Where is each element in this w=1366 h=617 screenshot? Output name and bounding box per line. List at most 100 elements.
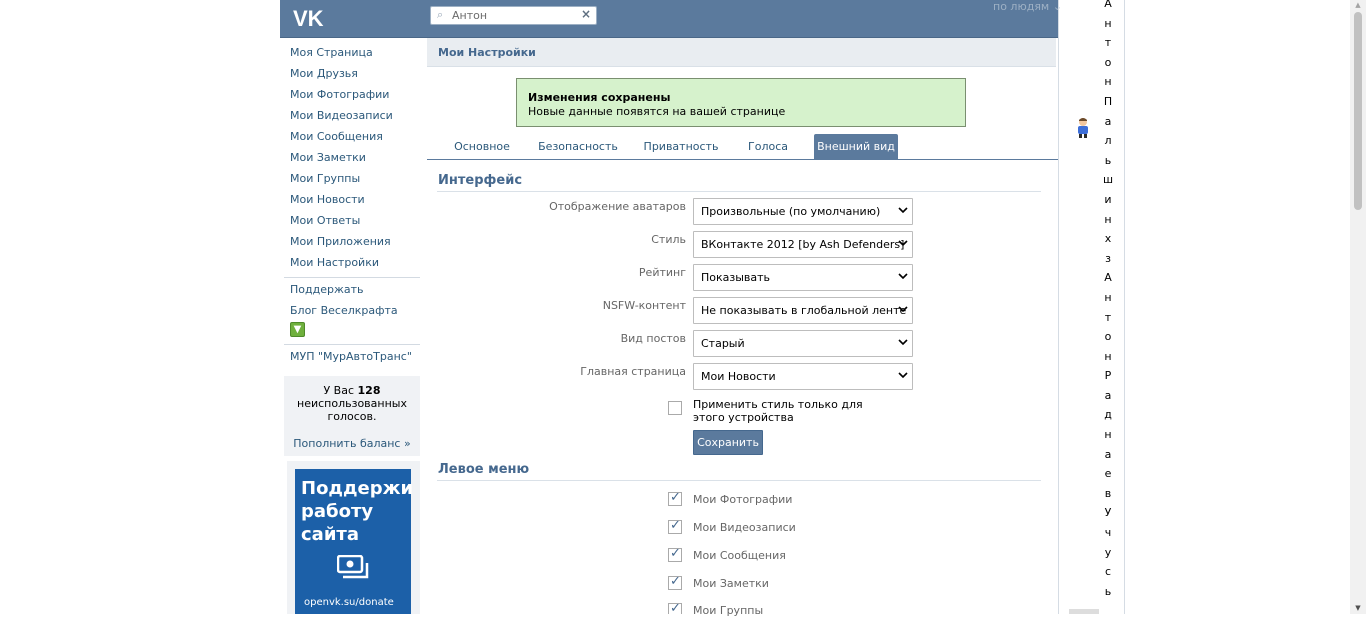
rating-select[interactable]: Показывать [693, 264, 913, 291]
chevron-down-icon [898, 273, 908, 280]
page-title: Мои Настройки [438, 46, 536, 59]
donate-banner-url: openvk.su/donate [304, 597, 394, 608]
post-view-select[interactable]: Старый [693, 330, 913, 357]
svg-text:VK: VK [293, 6, 324, 30]
menu-photos-checkbox[interactable]: ✓ [668, 490, 682, 506]
donate-banner-title: Поддержи работу сайта [301, 478, 414, 545]
left-menu-item-my-page[interactable]: Моя Страница [290, 46, 420, 67]
tab-votes[interactable]: Голоса [741, 134, 795, 159]
menu-groups-checkbox[interactable]: ✓ [668, 601, 682, 616]
left-menu-item-news[interactable]: Мои Новости [290, 193, 420, 214]
left-menu-item-blog[interactable]: Блог Веселкрафта [290, 304, 398, 325]
vk-logo[interactable]: VK [293, 6, 329, 30]
search-scope-label: по людям [993, 0, 1050, 13]
tab-appearance[interactable]: Внешний вид [814, 134, 898, 159]
top-header [280, 0, 1058, 38]
votes-count: 128 [357, 384, 381, 397]
success-notice-text: Новые данные появятся на вашей странице [528, 105, 786, 118]
avatar-display-select[interactable]: Произвольные (по умолчанию) [693, 198, 913, 225]
left-menu-item-answers[interactable]: Мои Ответы [290, 214, 420, 235]
votes-text: У Вас 128 неиспользованных голосов. [284, 384, 420, 423]
chevron-down-icon [898, 372, 908, 379]
mini-scrollbar[interactable] [1069, 609, 1099, 614]
left-menu-divider [284, 277, 420, 278]
style-select[interactable]: ВКонтакте 2012 [by Ash Defenders] [693, 231, 913, 258]
votes-prefix: У Вас [323, 384, 355, 397]
nsfw-label: NSFW-контент [602, 299, 686, 312]
avatar-display-value: Произвольные (по умолчанию) [701, 205, 881, 218]
left-menu-item-group[interactable]: МУП "МурАвтоТранс" [290, 350, 412, 371]
post-view-label: Вид постов [620, 332, 686, 345]
menu-messages-checkbox[interactable]: ✓ [668, 546, 682, 562]
section-divider [437, 480, 1041, 481]
home-page-label: Главная страница [580, 365, 686, 378]
left-menu-item-messages[interactable]: Мои Сообщения [290, 130, 420, 151]
section-divider [437, 191, 1041, 192]
left-menu-item-settings[interactable]: Мои Настройки [290, 256, 420, 277]
home-page-value: Мои Новости [701, 370, 776, 383]
chevron-down-icon [898, 207, 908, 214]
scrollbar-thumb[interactable] [1354, 12, 1362, 210]
votes-box: У Вас 128 неиспользованных голосов. Попо… [284, 376, 420, 456]
nsfw-value: Не показывать в глобальной ленте [701, 304, 907, 317]
checkmark-icon: ✓ [670, 490, 681, 505]
left-menu-divider [284, 344, 420, 345]
menu-notes-label: Мои Заметки [693, 577, 769, 590]
tab-privacy[interactable]: Приватность [638, 134, 724, 159]
money-icon [336, 554, 371, 587]
apply-style-device-checkbox[interactable] [668, 401, 682, 415]
chevron-down-icon [898, 240, 908, 247]
checkmark-icon: ✓ [670, 518, 681, 533]
checkmark-icon: ✓ [670, 546, 681, 561]
clear-icon[interactable]: × [581, 7, 591, 21]
search-scope-dropdown[interactable]: по людям ⌄ [993, 0, 1062, 13]
content-border [1058, 0, 1059, 614]
left-menu-item-donate[interactable]: Поддержать [290, 283, 364, 304]
friends-vertical-text[interactable]: АнтонПальшинхзАнтонРаднаевУчусь [1103, 0, 1113, 601]
menu-messages-label: Мои Сообщения [693, 549, 786, 562]
user-avatar-icon[interactable] [1076, 117, 1090, 139]
menu-videos-label: Мои Видеозаписи [693, 521, 796, 534]
style-value: ВКонтакте 2012 [by Ash Defenders] [701, 238, 905, 251]
tabs-underline [427, 159, 1059, 160]
tab-basic[interactable]: Основное [447, 134, 517, 159]
success-notice: Изменения сохранены Новые данные появятс… [516, 78, 966, 127]
download-arrow-icon[interactable]: ▼ [290, 322, 305, 337]
search-icon: ⌕ [437, 8, 444, 21]
chevron-down-icon [898, 306, 908, 313]
left-menu-item-notes[interactable]: Мои Заметки [290, 151, 420, 172]
success-notice-title: Изменения сохранены [528, 91, 671, 104]
votes-suffix: неиспользованных голосов. [297, 397, 407, 423]
section-title-left-menu: Левое меню [438, 462, 530, 477]
chevron-down-icon [898, 339, 908, 346]
nsfw-select[interactable]: Не показывать в глобальной ленте [693, 297, 913, 324]
scroll-up-arrow-icon[interactable]: ▲ [1353, 1, 1363, 9]
left-menu-item-apps[interactable]: Мои Приложения [290, 235, 420, 256]
rating-value: Показывать [701, 271, 771, 284]
donate-banner[interactable]: Поддержи работу сайта openvk.su/donate [295, 469, 414, 614]
apply-style-device-label: Применить стиль только для этого устройс… [693, 398, 863, 424]
tab-security[interactable]: Безопасность [533, 134, 623, 159]
left-menu-item-videos[interactable]: Мои Видеозаписи [290, 109, 420, 130]
rating-label: Рейтинг [638, 266, 686, 279]
menu-videos-checkbox[interactable]: ✓ [668, 518, 682, 534]
left-menu-item-groups[interactable]: Мои Группы [290, 172, 420, 193]
search-value: Антон [452, 9, 488, 22]
left-menu-item-photos[interactable]: Мои Фотографии [290, 88, 420, 109]
left-menu: Моя Страница Мои Друзья Мои Фотографии М… [290, 46, 420, 277]
search-input[interactable]: ⌕ Антон × [430, 6, 597, 25]
left-menu-item-friends[interactable]: Мои Друзья [290, 67, 420, 88]
menu-groups-label: Мои Группы [693, 604, 764, 617]
home-page-select[interactable]: Мои Новости [693, 363, 913, 390]
scroll-down-arrow-icon[interactable]: ▼ [1353, 604, 1363, 612]
save-button[interactable]: Сохранить [693, 430, 763, 455]
menu-notes-checkbox[interactable]: ✓ [668, 574, 682, 590]
topup-balance-link[interactable]: Пополнить баланс » [284, 437, 420, 450]
post-view-value: Старый [701, 337, 745, 350]
section-title-interface: Интерфейс [438, 173, 523, 188]
checkmark-icon: ✓ [670, 574, 681, 589]
menu-photos-label: Мои Фотографии [693, 493, 793, 506]
column-border [1124, 0, 1125, 614]
style-label: Стиль [651, 233, 686, 246]
avatar-display-label: Отображение аватаров [549, 200, 686, 213]
